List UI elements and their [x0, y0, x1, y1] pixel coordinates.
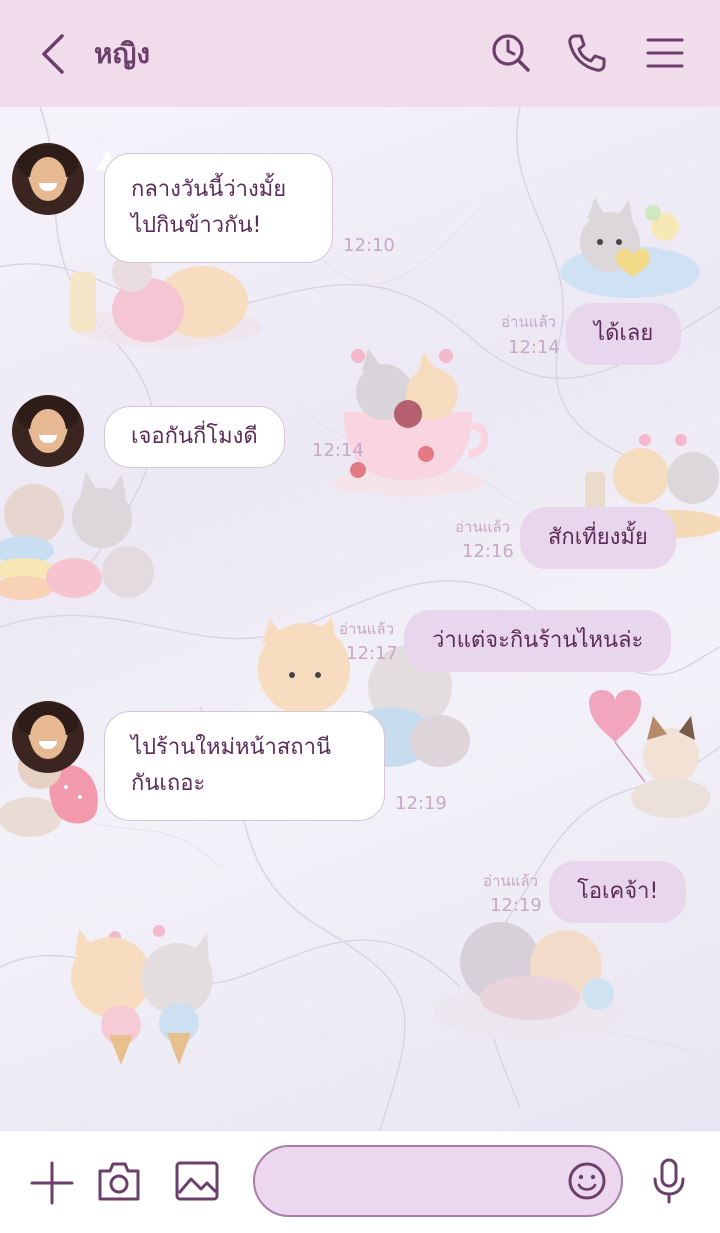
menu-icon[interactable]: [642, 30, 688, 76]
read-receipt: อ่านแล้ว: [455, 518, 510, 536]
contact-avatar[interactable]: [12, 701, 84, 773]
kittens-icecream-decoration: [71, 925, 213, 1065]
message-time: 12:19: [395, 793, 447, 814]
kittens-sleeping-decoration: [434, 922, 626, 1040]
kitten-cake-decoration: [560, 197, 700, 298]
outgoing-message-7[interactable]: โอเคจ้า!: [549, 861, 687, 923]
kitten-balloon-decoration: [589, 690, 711, 818]
message-input[interactable]: [275, 1161, 559, 1203]
incoming-message-3[interactable]: เจอกันกี่โมงดี: [104, 406, 285, 468]
image-icon[interactable]: [174, 1159, 220, 1203]
message-time: 12:14: [508, 337, 560, 358]
composer-bar: [0, 1130, 720, 1233]
read-receipt: อ่านแล้ว: [501, 313, 556, 331]
history-clock-search-icon[interactable]: [488, 30, 534, 76]
message-time: 12:10: [343, 235, 395, 256]
outgoing-message-4[interactable]: สักเที่ยงมั้ย: [520, 507, 676, 569]
back-chevron-icon[interactable]: [36, 32, 72, 76]
message-time: 12:16: [462, 541, 514, 562]
incoming-message-6[interactable]: ไปร้านใหม่หน้าสถานี กันเถอะ: [104, 711, 385, 821]
message-text-line: ไปร้านใหม่หน้าสถานี: [131, 735, 332, 760]
microphone-icon[interactable]: [650, 1157, 688, 1205]
message-time: 12:14: [312, 440, 364, 461]
read-receipt: อ่านแล้ว: [483, 872, 538, 890]
outgoing-message-2[interactable]: ได้เลย: [566, 303, 682, 365]
camera-icon[interactable]: [96, 1159, 142, 1203]
message-text-line: กลางวันนี้ว่างมั้ย: [131, 177, 287, 202]
contact-avatar[interactable]: [12, 143, 84, 215]
emoji-icon[interactable]: [567, 1161, 607, 1201]
chat-title: หญิง: [94, 37, 150, 70]
outgoing-message-5[interactable]: ว่าแต่จะกินร้านไหนล่ะ: [404, 610, 672, 672]
phone-icon[interactable]: [564, 30, 610, 76]
chat-area[interactable]: กลางวันนี้ว่างมั้ย ไปกินข้าวกัน! 12:10 อ…: [0, 107, 720, 1130]
message-text-line: ไปกินข้าวกัน!: [131, 213, 262, 238]
contact-avatar[interactable]: [12, 395, 84, 467]
read-receipt: อ่านแล้ว: [339, 620, 394, 638]
message-time: 12:17: [346, 643, 398, 664]
chat-header: หญิง: [0, 0, 720, 107]
message-text-line: กันเถอะ: [131, 771, 206, 796]
kittens-macaron-decoration: [0, 472, 154, 600]
message-input-box[interactable]: [253, 1145, 623, 1217]
kittens-teacup-decoration: [332, 348, 488, 496]
incoming-message-1[interactable]: กลางวันนี้ว่างมั้ย ไปกินข้าวกัน!: [104, 153, 333, 263]
plus-icon[interactable]: [30, 1161, 74, 1205]
message-time: 12:19: [490, 895, 542, 916]
